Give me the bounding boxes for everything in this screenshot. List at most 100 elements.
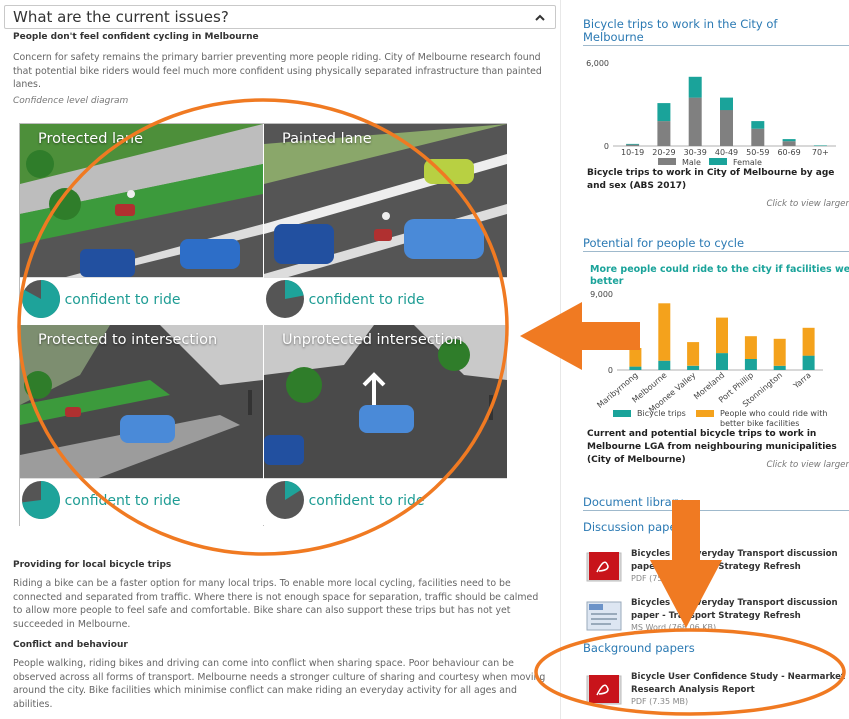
bar-segment <box>773 365 786 370</box>
confidence-pie <box>22 481 61 519</box>
legend-label: Female <box>733 158 762 167</box>
bar-segment <box>657 103 671 122</box>
document-meta: MS Word (768.06 KB) <box>631 623 717 632</box>
pdf-icon <box>586 675 622 705</box>
bar-segment <box>813 145 827 146</box>
x-tick-label: 60-69 <box>777 148 800 157</box>
bar-segment <box>751 128 765 146</box>
confidence-bar: 16% confident to ride <box>264 478 507 526</box>
accordion-header[interactable]: What are the current issues? <box>4 5 556 29</box>
confidence-bar: 83% confident to ride <box>20 277 263 325</box>
word-icon <box>586 601 622 631</box>
background-papers-heading: Background papers <box>583 641 695 655</box>
bar-segment <box>688 76 702 98</box>
diagram-cell-painted-lane: Painted lane 22% confident to ride <box>264 124 507 325</box>
y-tick-label: 9,000 <box>590 290 613 299</box>
bar-segment <box>626 144 640 146</box>
y-tick-label: 0 <box>608 366 613 375</box>
x-tick-label: Maribyrnong <box>595 371 639 410</box>
chart2-title: More people could ride to the city if fa… <box>590 264 849 287</box>
divider <box>583 251 849 252</box>
bar-segment <box>658 360 671 370</box>
cell-title: Unprotected intersection <box>282 332 463 348</box>
bar-segment <box>687 365 700 370</box>
document-item[interactable]: Bicycles for Everyday Transport discussi… <box>583 548 849 588</box>
confidence-pie <box>22 280 61 318</box>
bar-segment <box>773 338 786 366</box>
protected-lane-illustration <box>20 124 263 284</box>
legend-swatch <box>709 158 727 165</box>
diagram-cell-protected-intersection: Protected to intersection 73% confident … <box>20 325 263 526</box>
legend-swatch <box>658 158 676 165</box>
pdf-icon <box>586 552 622 582</box>
section-body-conflict: People walking, riding bikes and driving… <box>13 658 546 710</box>
age-sex-chart[interactable]: 6,000 0 10-19 20-29 30-39 40-49 50-59 60-69 70+ M… <box>561 53 849 168</box>
chevron-up-icon[interactable] <box>535 13 545 23</box>
bar-segment <box>802 355 815 370</box>
x-tick-label: 70+ <box>812 148 829 157</box>
bar-segment <box>716 353 728 370</box>
document-title-link[interactable]: Bicycle User Confidence Study - Nearmark… <box>631 671 849 696</box>
bar-segment <box>716 317 728 354</box>
divider <box>583 45 849 46</box>
section-heading-confidence: People don't feel confident cycling in M… <box>13 32 259 42</box>
legend-swatch <box>696 410 714 417</box>
section-body-local-trips: Riding a bike can be a faster option for… <box>13 578 539 630</box>
diagram-cell-unprotected-intersection: Unprotected intersection 16% confident t… <box>264 325 507 526</box>
bar-segment <box>629 348 642 367</box>
document-title-link[interactable]: Bicycles for Everyday Transport discussi… <box>631 597 849 622</box>
chart1-caption: Bicycle trips to work in City of Melbour… <box>587 168 835 191</box>
bar-segment <box>751 121 765 129</box>
x-tick-label: 10-19 <box>621 148 644 157</box>
bar-segment <box>782 139 796 142</box>
chart1-view-larger-link[interactable]: Click to view larger <box>766 199 849 209</box>
discussion-papers-heading: Discussion papers <box>583 520 688 534</box>
sidebar: Bicycle trips to work in the City of Mel… <box>560 0 849 719</box>
cell-title: Protected to intersection <box>38 332 218 348</box>
document-title-link[interactable]: Bicycles for Everyday Transport discussi… <box>631 548 849 573</box>
accordion-title: What are the current issues? <box>13 8 229 26</box>
x-tick-label: 20-29 <box>652 148 675 157</box>
bar-segment <box>657 121 671 146</box>
confidence-pie <box>266 280 304 318</box>
confidence-pie <box>266 481 304 519</box>
document-meta: PDF (755.47 KB) <box>631 574 697 583</box>
x-tick-label: Yarra <box>791 371 813 391</box>
confidence-diagram: Protected lane 83% confident to ride Pai… <box>19 123 507 526</box>
y-tick-label: 6,000 <box>586 59 609 68</box>
bar-segment <box>688 97 702 146</box>
unprotected-intersection-illustration <box>264 325 507 485</box>
chart1-heading: Bicycle trips to work in the City of Mel… <box>583 17 778 44</box>
cell-title: Protected lane <box>38 131 144 147</box>
bar-segment <box>687 342 700 366</box>
bar-segment <box>720 97 733 111</box>
section-heading-conflict: Conflict and behaviour <box>13 640 128 650</box>
divider <box>583 510 849 511</box>
legend-swatch <box>613 410 631 417</box>
chart2-view-larger-link[interactable]: Click to view larger <box>766 460 849 470</box>
diagram-caption: Confidence level diagram <box>13 96 129 106</box>
section-body-confidence: Concern for safety remains the primary b… <box>13 52 542 91</box>
bar-segment <box>744 336 757 359</box>
confidence-bar: 22% confident to ride <box>264 277 507 325</box>
painted-lane-illustration <box>264 124 507 284</box>
document-library-heading: Document library <box>583 495 684 509</box>
bar-segment <box>720 110 733 146</box>
potential-cycling-chart[interactable]: More people could ride to the city if fa… <box>561 258 849 428</box>
x-tick-label: 30-39 <box>684 148 707 157</box>
document-item[interactable]: Bicycle User Confidence Study - Nearmark… <box>583 671 849 711</box>
bar-segment <box>802 327 815 356</box>
y-tick-label: 0 <box>604 142 609 151</box>
x-tick-label: 40-49 <box>715 148 738 157</box>
legend-label: Male <box>682 158 701 167</box>
main-content: What are the current issues? People don'… <box>0 0 560 719</box>
confidence-bar: 73% confident to ride <box>20 478 263 526</box>
legend-label: People who could ride with better bike fa… <box>720 409 827 428</box>
protected-intersection-illustration <box>20 325 263 485</box>
bar-segment <box>744 359 757 370</box>
legend-label: Bicycle trips <box>637 409 686 418</box>
x-tick-label: 50-59 <box>746 148 769 157</box>
bar-segment <box>626 143 640 145</box>
document-item[interactable]: Bicycles for Everyday Transport discussi… <box>583 597 849 637</box>
section-heading-local-trips: Providing for local bicycle trips <box>13 560 172 570</box>
